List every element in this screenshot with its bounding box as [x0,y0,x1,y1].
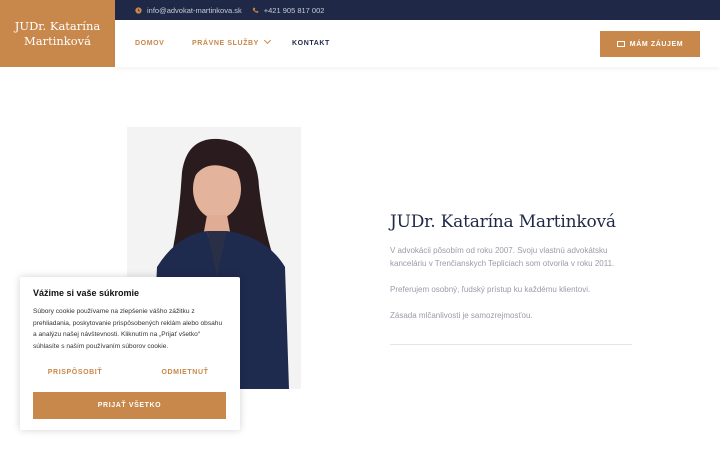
logo-line-2: Martinková [23,33,92,48]
clock-icon [135,6,142,14]
interest-button[interactable]: MÁM ZÁUJEM [600,31,700,57]
cookie-reject-button[interactable]: ODMIETNUŤ [130,369,240,376]
envelope-icon [616,41,625,47]
nav-item-pravne-sluzby[interactable]: PRÁVNE SLUŽBY [192,36,271,47]
topbar-phone[interactable]: +421 905 817 002 [252,5,325,15]
nav-item-domov[interactable]: DOMOV [135,40,164,47]
profile-paragraph-2: Preferujem osobný, ľudský prístup ku kaž… [390,285,591,294]
topbar-phone-text: +421 905 817 002 [263,5,325,15]
cookie-accept-all-button[interactable]: PRIJAŤ VŠETKO [33,392,226,419]
profile-divider [390,344,632,345]
profile-paragraph-3: Zásada mlčanlivosti je samozrejmosťou. [390,311,533,320]
cookie-customize-button[interactable]: PRISPÔSOBIŤ [20,369,130,376]
interest-button-label: MÁM ZÁUJEM [629,40,684,48]
main-navigation: DOMOV PRÁVNE SLUŽBY KONTAKT MÁM ZÁUJEM [115,20,720,67]
chevron-down-icon [263,36,271,45]
logo-line-1: JUDr. Katarína [14,18,101,33]
cookie-text: Súbory cookie používame na zlepšenie váš… [33,308,223,350]
topbar-email[interactable]: info@advokat-martinkova.sk [135,6,242,15]
profile-paragraph-1: V advokácii pôsobím od roku 2007. Svoju … [390,246,615,268]
nav-item-kontakt[interactable]: KONTAKT [292,40,330,47]
profile-section: JUDr. Katarína Martinková V advokácii pô… [390,212,632,345]
topbar-email-text: info@advokat-martinkova.sk [147,5,242,15]
nav-item-pravne-sluzby-label: PRÁVNE SLUŽBY [192,40,259,47]
profile-name: JUDr. Katarína Martinková [390,212,616,232]
cookie-title: Vážime si vaše súkromie [33,288,140,298]
cookie-consent-dialog: Vážime si vaše súkromie Súbory cookie po… [20,277,240,430]
top-contact-bar: info@advokat-martinkova.sk +421 905 817 … [115,0,720,20]
site-logo[interactable]: JUDr. Katarína Martinková [0,0,115,67]
cookie-secondary-actions: PRISPÔSOBIŤ ODMIETNUŤ [20,369,240,376]
phone-icon [252,7,259,13]
